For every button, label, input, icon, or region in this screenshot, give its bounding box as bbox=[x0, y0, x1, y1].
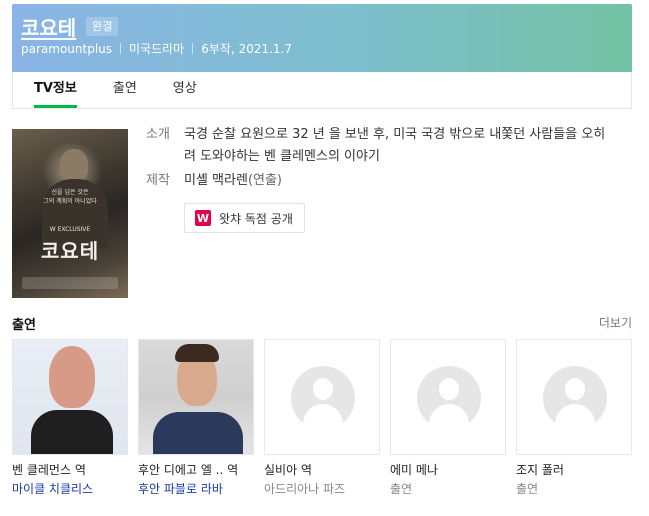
cast-role: 벤 클레먼스 역 bbox=[12, 463, 86, 477]
user-placeholder-icon bbox=[291, 366, 355, 430]
episodes-date-text: 6부작, 2021.1.7 bbox=[201, 42, 293, 56]
poster-tagline-1: 선을 넘은 것은 bbox=[51, 189, 89, 196]
cast-photo-placeholder[interactable] bbox=[516, 339, 632, 455]
watcha-logo-icon: W bbox=[195, 210, 211, 226]
director-role: (연출) bbox=[247, 173, 283, 188]
poster-tagline-2: 그의 계획이 아니었다 bbox=[43, 198, 97, 205]
poster-credits-strip bbox=[22, 277, 118, 289]
cast-section-title: 출연 bbox=[12, 318, 36, 333]
photo-body bbox=[31, 410, 113, 454]
photo-hair bbox=[175, 344, 219, 362]
production-value: 미셸 맥라렌(연출) bbox=[184, 170, 282, 192]
poster-image[interactable]: 선을 넘은 것은 그의 계획이 아니었다 W EXCLUSIVE 코요테 bbox=[12, 129, 128, 298]
cast-card[interactable]: 후안 디에고 엘 .. 역 후안 파블로 라바 bbox=[138, 339, 254, 497]
user-placeholder-icon bbox=[417, 366, 481, 430]
synopsis-row: 소개 국경 순찰 요원으로 32 년 을 보낸 후, 미국 국경 밖으로 내쫓던… bbox=[146, 124, 616, 168]
page-title[interactable]: 코요테 bbox=[21, 12, 76, 41]
cast-photo-placeholder[interactable] bbox=[264, 339, 380, 455]
cast-type: 출연 bbox=[516, 482, 539, 496]
watcha-button[interactable]: W 왓챠 독점 공개 bbox=[184, 203, 305, 233]
tab-tv-info[interactable]: TV정보 bbox=[34, 72, 77, 108]
cast-role: 후안 디에고 엘 .. 역 bbox=[138, 463, 239, 477]
status-badge: 완결 bbox=[86, 17, 119, 36]
production-label: 제작 bbox=[146, 173, 170, 188]
cast-role: 실비아 역 bbox=[264, 463, 312, 477]
watcha-button-label: 왓챠 독점 공개 bbox=[219, 211, 293, 226]
poster-exclusive: W EXCLUSIVE bbox=[49, 226, 91, 233]
user-placeholder-icon bbox=[543, 366, 607, 430]
photo-body bbox=[153, 412, 243, 454]
meta-row: paramountplus 미국드라마 6부작, 2021.1.7 bbox=[21, 40, 292, 57]
info-section: 소개 국경 순찰 요원으로 32 년 을 보낸 후, 미국 국경 밖으로 내쫓던… bbox=[146, 124, 616, 192]
cast-actor-link[interactable]: 후안 파블로 라바 bbox=[138, 480, 254, 497]
cast-type: 출연 bbox=[390, 482, 413, 496]
tab-cast[interactable]: 출연 bbox=[113, 72, 137, 108]
cast-photo-placeholder[interactable] bbox=[390, 339, 506, 455]
cast-card[interactable]: 조지 폴러 출연 bbox=[516, 339, 632, 497]
photo-face bbox=[49, 346, 95, 408]
title-row: 코요테 완결 bbox=[21, 12, 119, 41]
synopsis-label: 소개 bbox=[146, 127, 170, 142]
tab-video[interactable]: 영상 bbox=[173, 72, 197, 108]
cast-name: 에미 메나 bbox=[390, 463, 438, 477]
cast-actor-link[interactable]: 마이클 치클리스 bbox=[12, 480, 128, 497]
cast-actor: 아드리아나 파즈 bbox=[264, 482, 346, 496]
production-row: 제작 미셸 맥라렌(연출) bbox=[146, 170, 616, 192]
cast-card[interactable]: 실비아 역 아드리아나 파즈 bbox=[264, 339, 380, 497]
cast-header: 출연 더보기 bbox=[12, 314, 632, 334]
more-link[interactable]: 더보기 bbox=[599, 314, 632, 331]
cast-card[interactable]: 에미 메나 출연 bbox=[390, 339, 506, 497]
cast-photo[interactable] bbox=[138, 339, 254, 455]
meta-divider bbox=[192, 43, 194, 54]
genre-text: 미국드라마 bbox=[129, 42, 185, 56]
cast-photo[interactable] bbox=[12, 339, 128, 455]
cast-card[interactable]: 벤 클레먼스 역 마이클 치클리스 bbox=[12, 339, 128, 497]
channel-text: paramountplus bbox=[21, 41, 113, 56]
cast-list: 벤 클레먼스 역 마이클 치클리스 후안 디에고 엘 .. 역 후안 파블로 라… bbox=[12, 339, 632, 499]
tab-bar: TV정보 출연 영상 bbox=[12, 72, 632, 109]
synopsis-text: 국경 순찰 요원으로 32 년 을 보낸 후, 미국 국경 밖으로 내쫓던 사람… bbox=[184, 127, 606, 164]
cast-name: 조지 폴러 bbox=[516, 463, 564, 477]
poster-title: 코요테 bbox=[40, 239, 100, 263]
director-name[interactable]: 미셸 맥라렌 bbox=[184, 173, 248, 188]
meta-divider bbox=[120, 43, 122, 54]
poster-figure-head bbox=[60, 149, 88, 183]
